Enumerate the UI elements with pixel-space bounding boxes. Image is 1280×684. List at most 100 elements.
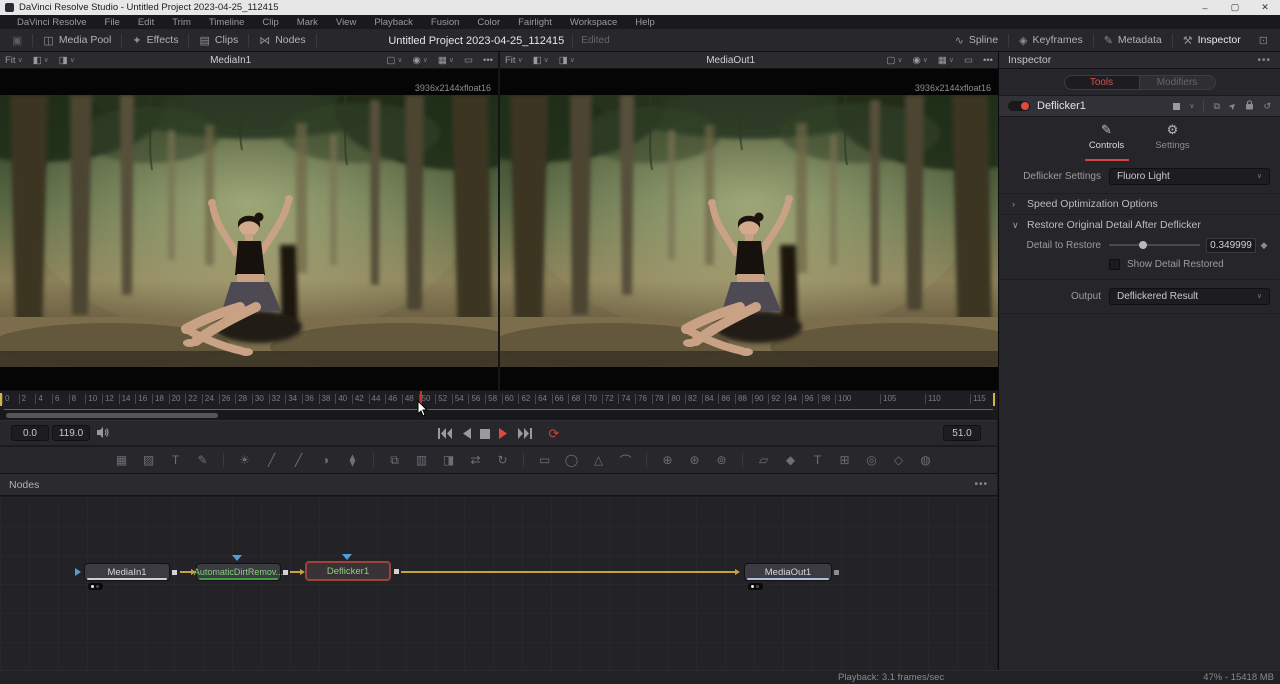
effects-button[interactable]: ✦Effects	[122, 29, 188, 52]
text-3d-tool-icon[interactable]: T	[804, 453, 831, 467]
clips-button[interactable]: ▤Clips	[189, 29, 248, 52]
tab-tools[interactable]: Tools	[1064, 75, 1140, 90]
menu-clip[interactable]: Clip	[253, 17, 287, 28]
subtab-settings[interactable]: ⚙ Settings	[1147, 122, 1199, 157]
adr-mask-input[interactable]	[232, 555, 242, 561]
page-switcher-icon[interactable]: ▣	[0, 34, 32, 47]
mediain-thumb-toggle[interactable]	[88, 583, 103, 590]
show-detail-checkbox[interactable]	[1109, 259, 1120, 270]
menu-trim[interactable]: Trim	[163, 17, 200, 28]
node-automaticdirtremoval[interactable]: AutomaticDirtRemov...	[196, 563, 281, 581]
roi-dropdown[interactable]: ▢∨	[381, 55, 407, 66]
version-icon[interactable]	[1173, 103, 1180, 110]
zoom-mode-dropdown[interactable]: Fit∨	[500, 55, 528, 66]
zoom-mode-dropdown[interactable]: Fit∨	[0, 55, 28, 66]
proxy-dropdown[interactable]: ◨∨	[54, 55, 80, 66]
keyframe-icon[interactable]: ◆	[1256, 240, 1272, 251]
polygon-mask-tool-icon[interactable]: △	[585, 453, 612, 467]
speed-optimization-section[interactable]: › Speed Optimization Options	[999, 194, 1280, 214]
color-curves-tool-icon[interactable]: ╱	[258, 453, 285, 467]
deflicker-output-square[interactable]	[394, 569, 399, 574]
chevron-down-icon[interactable]: ∨	[1189, 102, 1194, 110]
render-range-end-marker[interactable]	[993, 393, 995, 406]
nodes-button[interactable]: ⋈Nodes	[249, 29, 315, 52]
merge-3d-tool-icon[interactable]: ⊞	[831, 453, 858, 467]
mediain-input-arrow[interactable]	[75, 568, 81, 576]
node-mediaout1[interactable]: MediaOut1	[744, 563, 832, 581]
menu-fairlight[interactable]: Fairlight	[509, 17, 561, 28]
close-button[interactable]: ✕	[1250, 0, 1280, 15]
adr-output-square[interactable]	[283, 570, 288, 575]
go-to-start-button[interactable]	[438, 428, 453, 439]
node-deflicker1[interactable]: Deflicker1	[305, 561, 391, 581]
tab-modifiers[interactable]: Modifiers	[1140, 75, 1216, 90]
stop-button[interactable]	[480, 429, 490, 439]
color-controls-dropdown[interactable]: ◉∨	[408, 55, 433, 66]
guides-dropdown[interactable]: ▦∨	[933, 55, 959, 66]
brightness-contrast-tool-icon[interactable]: ◑	[312, 453, 339, 467]
bspline-mask-tool-icon[interactable]: ⌒	[612, 452, 639, 469]
node-enable-toggle[interactable]	[1008, 101, 1030, 111]
tracker-tool-icon[interactable]: ⊕	[654, 453, 681, 467]
current-frame-field[interactable]: 51.0	[943, 425, 981, 441]
mediain-output-square[interactable]	[172, 570, 177, 575]
shape-3d-tool-icon[interactable]: ◆	[777, 453, 804, 467]
viewer-options-icon[interactable]: •••	[478, 55, 498, 66]
play-reverse-button[interactable]	[462, 428, 471, 439]
right-viewer-canvas[interactable]: 3936x2144xfloat16	[500, 69, 998, 390]
rectangle-mask-tool-icon[interactable]: ▭	[531, 453, 558, 467]
color-corrector-tool-icon[interactable]: ☀	[231, 453, 258, 467]
ab-buffer-dropdown[interactable]: ◧∨	[528, 55, 554, 66]
menu-mark[interactable]: Mark	[288, 17, 327, 28]
blur-tool-icon[interactable]: ⧫	[339, 453, 366, 467]
output-dropdown[interactable]: Deflickered Result∨	[1109, 288, 1270, 305]
pin-icon[interactable]: ➤	[1226, 99, 1239, 112]
metadata-button[interactable]: ✎Metadata	[1094, 29, 1172, 52]
minimize-button[interactable]: –	[1190, 0, 1220, 15]
roi-dropdown[interactable]: ▢∨	[881, 55, 907, 66]
mediaout-output-square[interactable]	[834, 570, 839, 575]
loop-button[interactable]: ⟳	[549, 426, 560, 442]
menu-color[interactable]: Color	[468, 17, 509, 28]
menu-file[interactable]: File	[96, 17, 129, 28]
deflicker-mask-input[interactable]	[342, 554, 352, 560]
deflicker-settings-dropdown[interactable]: Fluoro Light∨	[1109, 168, 1270, 185]
menu-help[interactable]: Help	[626, 17, 664, 28]
go-to-end-button[interactable]	[517, 428, 532, 439]
expand-viewer-icon[interactable]: ▭	[459, 55, 478, 66]
node-mediain1[interactable]: MediaIn1	[84, 563, 170, 581]
menu-playback[interactable]: Playback	[365, 17, 422, 28]
lock-icon[interactable]	[1245, 100, 1254, 112]
left-viewer-canvas[interactable]: 3936x2144xfloat16	[0, 69, 498, 390]
inspector-options-icon[interactable]: •••	[1257, 55, 1271, 66]
background-tool-icon[interactable]: ▦	[108, 453, 135, 467]
text-plus-tool-icon[interactable]: T	[162, 453, 189, 467]
merge-tool-icon[interactable]: ⧉	[381, 453, 408, 468]
spherical-camera-tool-icon[interactable]: ◇	[885, 453, 912, 467]
paint-tool-icon[interactable]: ✎	[189, 453, 216, 467]
image-plane-3d-tool-icon[interactable]: ▱	[750, 453, 777, 467]
menu-edit[interactable]: Edit	[129, 17, 163, 28]
menu-timeline[interactable]: Timeline	[200, 17, 254, 28]
viewer-options-icon[interactable]: •••	[978, 55, 998, 66]
guides-dropdown[interactable]: ▦∨	[433, 55, 459, 66]
ab-buffer-dropdown[interactable]: ◧∨	[28, 55, 54, 66]
camera-3d-tool-icon[interactable]: ◎	[858, 453, 885, 467]
menu-fusion[interactable]: Fusion	[422, 17, 469, 28]
planar-tracker-tool-icon[interactable]: ⊛	[681, 453, 708, 467]
node-graph[interactable]: MediaIn1 AutomaticDirtRemov... Deflicker…	[0, 497, 997, 670]
spline-button[interactable]: ∿Spline	[945, 29, 1008, 52]
proxy-dropdown[interactable]: ◨∨	[554, 55, 580, 66]
media-pool-button[interactable]: ◫Media Pool	[33, 29, 121, 52]
maximize-button[interactable]: ▢	[1220, 0, 1250, 15]
detail-to-restore-value[interactable]: 0.349999	[1206, 238, 1256, 253]
camera-tracker-tool-icon[interactable]: ⊚	[708, 453, 735, 467]
hue-curves-tool-icon[interactable]: ╱	[285, 453, 312, 467]
mediaout-thumb-toggle[interactable]	[748, 583, 763, 590]
nodes-options-icon[interactable]: •••	[974, 479, 988, 490]
menu-workspace[interactable]: Workspace	[561, 17, 626, 28]
subtab-controls[interactable]: ✎ Controls	[1081, 122, 1133, 157]
color-controls-dropdown[interactable]: ◉∨	[908, 55, 933, 66]
ellipse-mask-tool-icon[interactable]: ◯	[558, 453, 585, 467]
timeline-scrollbar[interactable]	[6, 413, 218, 418]
